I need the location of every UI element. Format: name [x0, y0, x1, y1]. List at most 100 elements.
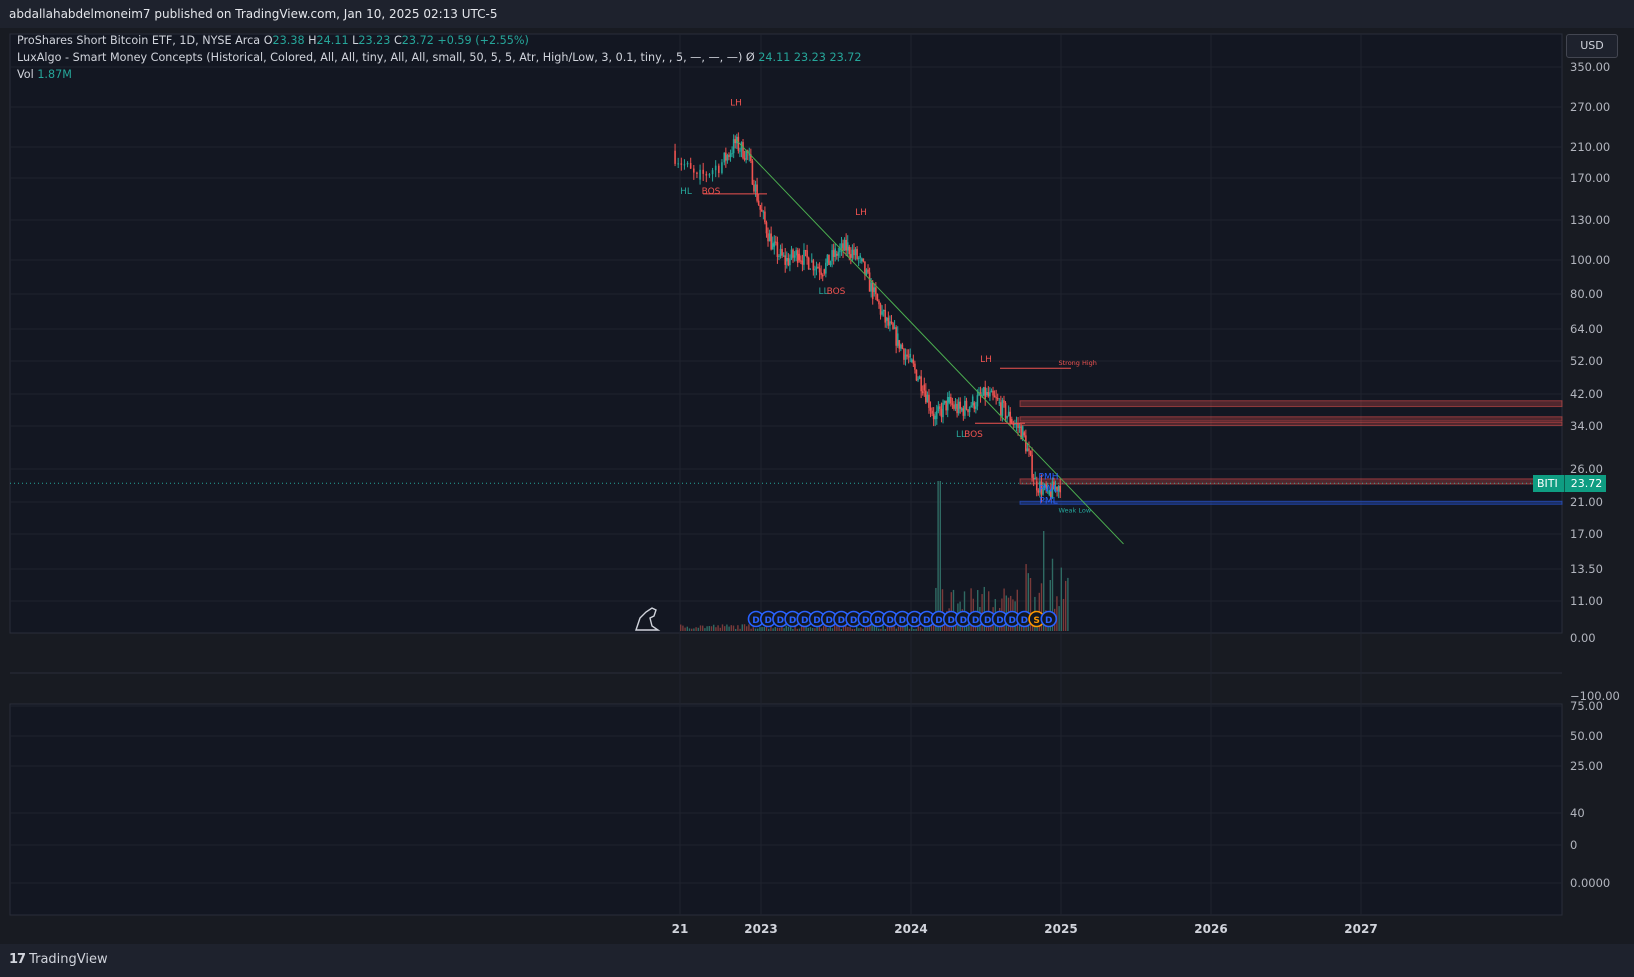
candle-body [810, 260, 813, 262]
smc-label: BOS [702, 187, 721, 197]
candle-body [1012, 423, 1015, 425]
y-tick-label: 0 [1570, 838, 1577, 852]
brand-name: TradingView [29, 952, 108, 967]
smc-zone [1019, 421, 1563, 426]
candle-body [800, 260, 802, 262]
currency-button[interactable]: USD [1566, 34, 1618, 58]
volume-bar [919, 626, 922, 631]
candle-body [910, 359, 913, 363]
x-tick-label: 2026 [1194, 922, 1227, 936]
candle-body [680, 163, 683, 165]
marker-letter: D [886, 616, 893, 626]
volume-bar [754, 628, 757, 631]
candle-body [689, 163, 692, 169]
candle-body [884, 309, 887, 323]
candle-body [1017, 423, 1019, 428]
volume-bar [937, 481, 939, 631]
candle-body [973, 402, 976, 409]
price-chart[interactable]: LHHL BOSLHLLBOSLHLLBOSStrong HighPMHPWLPM… [0, 0, 1634, 977]
volume-bar [814, 628, 816, 631]
volume-bar [913, 628, 915, 631]
close-label: C [393, 34, 402, 47]
marker-letter: D [947, 616, 954, 626]
volume-bar [735, 628, 737, 631]
marker-letter: D [752, 616, 759, 626]
volume-bar [704, 628, 706, 631]
candle-body [867, 269, 869, 273]
candle-body [954, 403, 957, 409]
candle-body [683, 164, 686, 166]
candle-body [1034, 477, 1037, 480]
candle-body [987, 391, 990, 397]
candle-body [975, 406, 977, 409]
volume-bar [809, 627, 812, 631]
candle-body [756, 184, 758, 201]
volume-bar [820, 628, 823, 631]
volume-bar [853, 628, 856, 631]
candle-body [1003, 400, 1005, 403]
smc-label: Strong High [1059, 359, 1097, 367]
candle-body [782, 255, 785, 257]
candle-body [967, 409, 969, 413]
candle-body [779, 248, 782, 256]
smc-zone [1019, 416, 1563, 422]
candle-body [693, 168, 695, 173]
volume-bar [741, 624, 743, 631]
tradingview-logo[interactable]: 17 TradingView [9, 952, 108, 967]
volume-bar [829, 626, 831, 631]
candle-body [992, 390, 994, 396]
x-tick-label: 2023 [744, 922, 777, 936]
high-label: H [308, 34, 317, 47]
smc-label: BOS [964, 430, 983, 440]
y-tick-label: 34.00 [1570, 419, 1603, 433]
candle-body [796, 250, 799, 263]
chart-grid [9, 33, 1563, 916]
volume-bar [926, 627, 928, 631]
candle-body [760, 209, 763, 212]
candle-body [739, 150, 741, 152]
marker-letter: D [801, 616, 808, 626]
candle-body [931, 410, 933, 414]
candle-body [742, 142, 744, 159]
candle-body [790, 249, 793, 259]
candle-body [968, 406, 971, 413]
tv-mark-icon: 17 [9, 952, 26, 967]
candle-body [873, 287, 876, 292]
marker-letter: D [1008, 616, 1015, 626]
y-tick-label: 26.00 [1570, 462, 1603, 476]
marker-letter: D [923, 616, 930, 626]
candle-body [939, 406, 941, 409]
candle-body [1028, 448, 1030, 451]
candle-body [885, 317, 888, 321]
candle-body [896, 333, 899, 346]
candle-body [815, 266, 818, 270]
candle-body [964, 400, 966, 416]
marker-letter: D [996, 616, 1003, 626]
candle-body [929, 407, 932, 411]
smc-label: LH [980, 355, 992, 365]
candle-body [842, 243, 844, 251]
y-tick-label: 52.00 [1570, 354, 1603, 368]
candle-body [686, 163, 689, 165]
candle-body [868, 272, 871, 292]
volume-label: Vol [17, 68, 34, 81]
smc-label: BOS [827, 287, 846, 297]
candle-body [996, 397, 999, 400]
y-tick-label: 350.00 [1570, 60, 1610, 74]
candle-body [879, 304, 882, 315]
candle-body [835, 253, 838, 256]
smc-label: PMH [1039, 472, 1059, 482]
candle-body [890, 321, 893, 324]
candle-body [915, 369, 918, 381]
volume-bar [724, 626, 726, 631]
price-tag-value: 23.72 [1570, 477, 1603, 490]
volume-bar [763, 627, 765, 631]
volume-bar [878, 628, 880, 631]
volume-bar [1067, 577, 1069, 631]
volume-bar [882, 625, 884, 631]
candle-body [951, 403, 954, 405]
marker-letter: D [1045, 616, 1052, 626]
candle-body [821, 274, 824, 277]
y-tick-label: 100.00 [1570, 253, 1610, 267]
volume-bar [730, 625, 732, 631]
